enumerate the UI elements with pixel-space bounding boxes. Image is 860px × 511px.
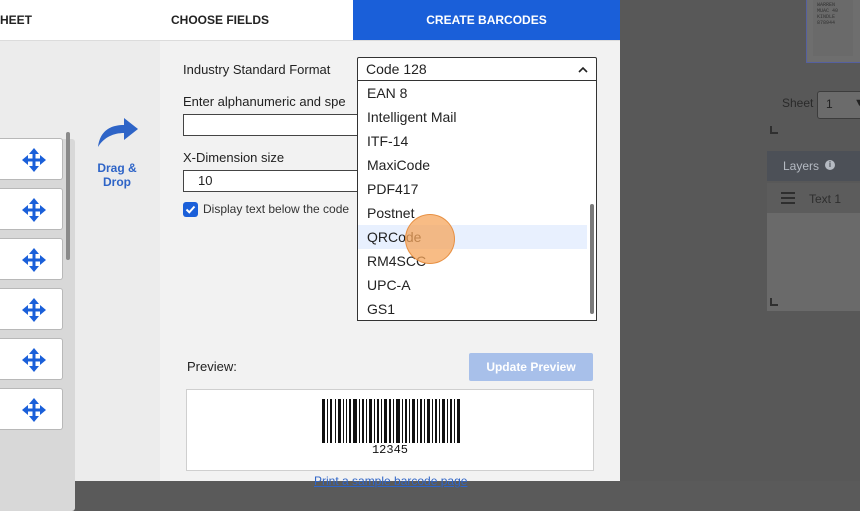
preview-label: Preview: (187, 359, 237, 374)
format-option[interactable]: GS1 (358, 297, 587, 320)
drag-drop-label: Drag & Drop (97, 161, 137, 189)
barcode-text: 12345 (371, 443, 408, 457)
display-text-label: Display text below the code (203, 202, 350, 216)
field-item[interactable] (0, 388, 63, 430)
format-option-highlighted[interactable]: QRCode (358, 225, 587, 249)
move-icon (22, 198, 46, 222)
field-item[interactable] (0, 188, 63, 230)
format-option[interactable]: EAN 8 (358, 81, 587, 105)
alnum-label: Enter alphanumeric and spe (183, 94, 346, 109)
move-icon (22, 148, 46, 172)
sheet-label: Sheet (782, 96, 814, 110)
text-align-icon (781, 192, 795, 204)
move-icon (22, 248, 46, 272)
sheet-select[interactable]: 1 ▼ (817, 91, 860, 119)
layer-panel (767, 213, 860, 311)
tab-sheet[interactable]: HEET (0, 0, 32, 40)
field-item[interactable] (0, 238, 63, 280)
resize-corner-icon (770, 298, 778, 306)
field-list-scrollbar[interactable] (66, 132, 70, 260)
info-icon[interactable]: i (825, 160, 835, 170)
curved-arrow-icon (98, 118, 138, 147)
format-label: Industry Standard Format (183, 62, 331, 77)
field-item[interactable] (0, 338, 63, 380)
move-icon (22, 298, 46, 322)
format-option[interactable]: RM4SCC (358, 249, 587, 273)
display-text-checkbox[interactable] (183, 202, 198, 217)
format-select[interactable]: Code 128 (357, 57, 597, 81)
dropdown-scrollbar[interactable] (590, 204, 594, 314)
barcode-preview: 12345 (186, 389, 594, 471)
tab-create-barcodes[interactable]: CREATE BARCODES (353, 0, 620, 40)
field-item[interactable] (0, 288, 63, 330)
chevron-down-icon: ▼ (854, 97, 860, 109)
thumbnail-text: WARREN MUAC 40 KINDLE 878944 (817, 2, 839, 26)
xdim-label: X-Dimension size (183, 150, 285, 165)
xdim-input[interactable]: 10 (183, 170, 359, 192)
barcode-image (322, 399, 460, 443)
format-option[interactable]: UPC-A (358, 273, 587, 297)
sheet-select-value: 1 (826, 97, 833, 111)
checkmark-icon (185, 205, 196, 214)
chevron-up-icon (578, 66, 588, 73)
layers-header: Layers i (767, 151, 860, 181)
format-option[interactable]: Postnet (358, 201, 587, 225)
tab-choose-fields[interactable]: CHOOSE FIELDS (160, 0, 280, 40)
move-icon (22, 398, 46, 422)
barcode-modal: HEET CHOOSE FIELDS CREATE BARCODES Drag … (0, 0, 620, 511)
format-option[interactable]: MaxiCode (358, 153, 587, 177)
layer-item[interactable]: Text 1 (767, 183, 860, 214)
format-dropdown-list: EAN 8 Intelligent Mail ITF-14 MaxiCode P… (357, 81, 597, 321)
layers-title: Layers (783, 159, 820, 173)
print-sample-link[interactable]: Print a sample barcode page (314, 474, 467, 488)
sheet-thumbnail[interactable]: WARREN MUAC 40 KINDLE 878944 (806, 0, 860, 63)
format-option[interactable]: ITF-14 (358, 129, 587, 153)
cursor-indicator (405, 214, 455, 264)
tab-bar: HEET CHOOSE FIELDS CREATE BARCODES (0, 0, 620, 41)
format-option[interactable]: Intelligent Mail (358, 105, 587, 129)
move-icon (22, 348, 46, 372)
drag-drop-hint: Drag & Drop (82, 115, 152, 189)
format-option[interactable]: PDF417 (358, 177, 587, 201)
format-select-value: Code 128 (366, 61, 427, 77)
alnum-input[interactable] (183, 114, 359, 136)
layer-item-label: Text 1 (809, 192, 842, 206)
resize-corner-icon (770, 126, 778, 134)
update-preview-button[interactable]: Update Preview (469, 353, 593, 381)
field-item[interactable] (0, 138, 63, 180)
